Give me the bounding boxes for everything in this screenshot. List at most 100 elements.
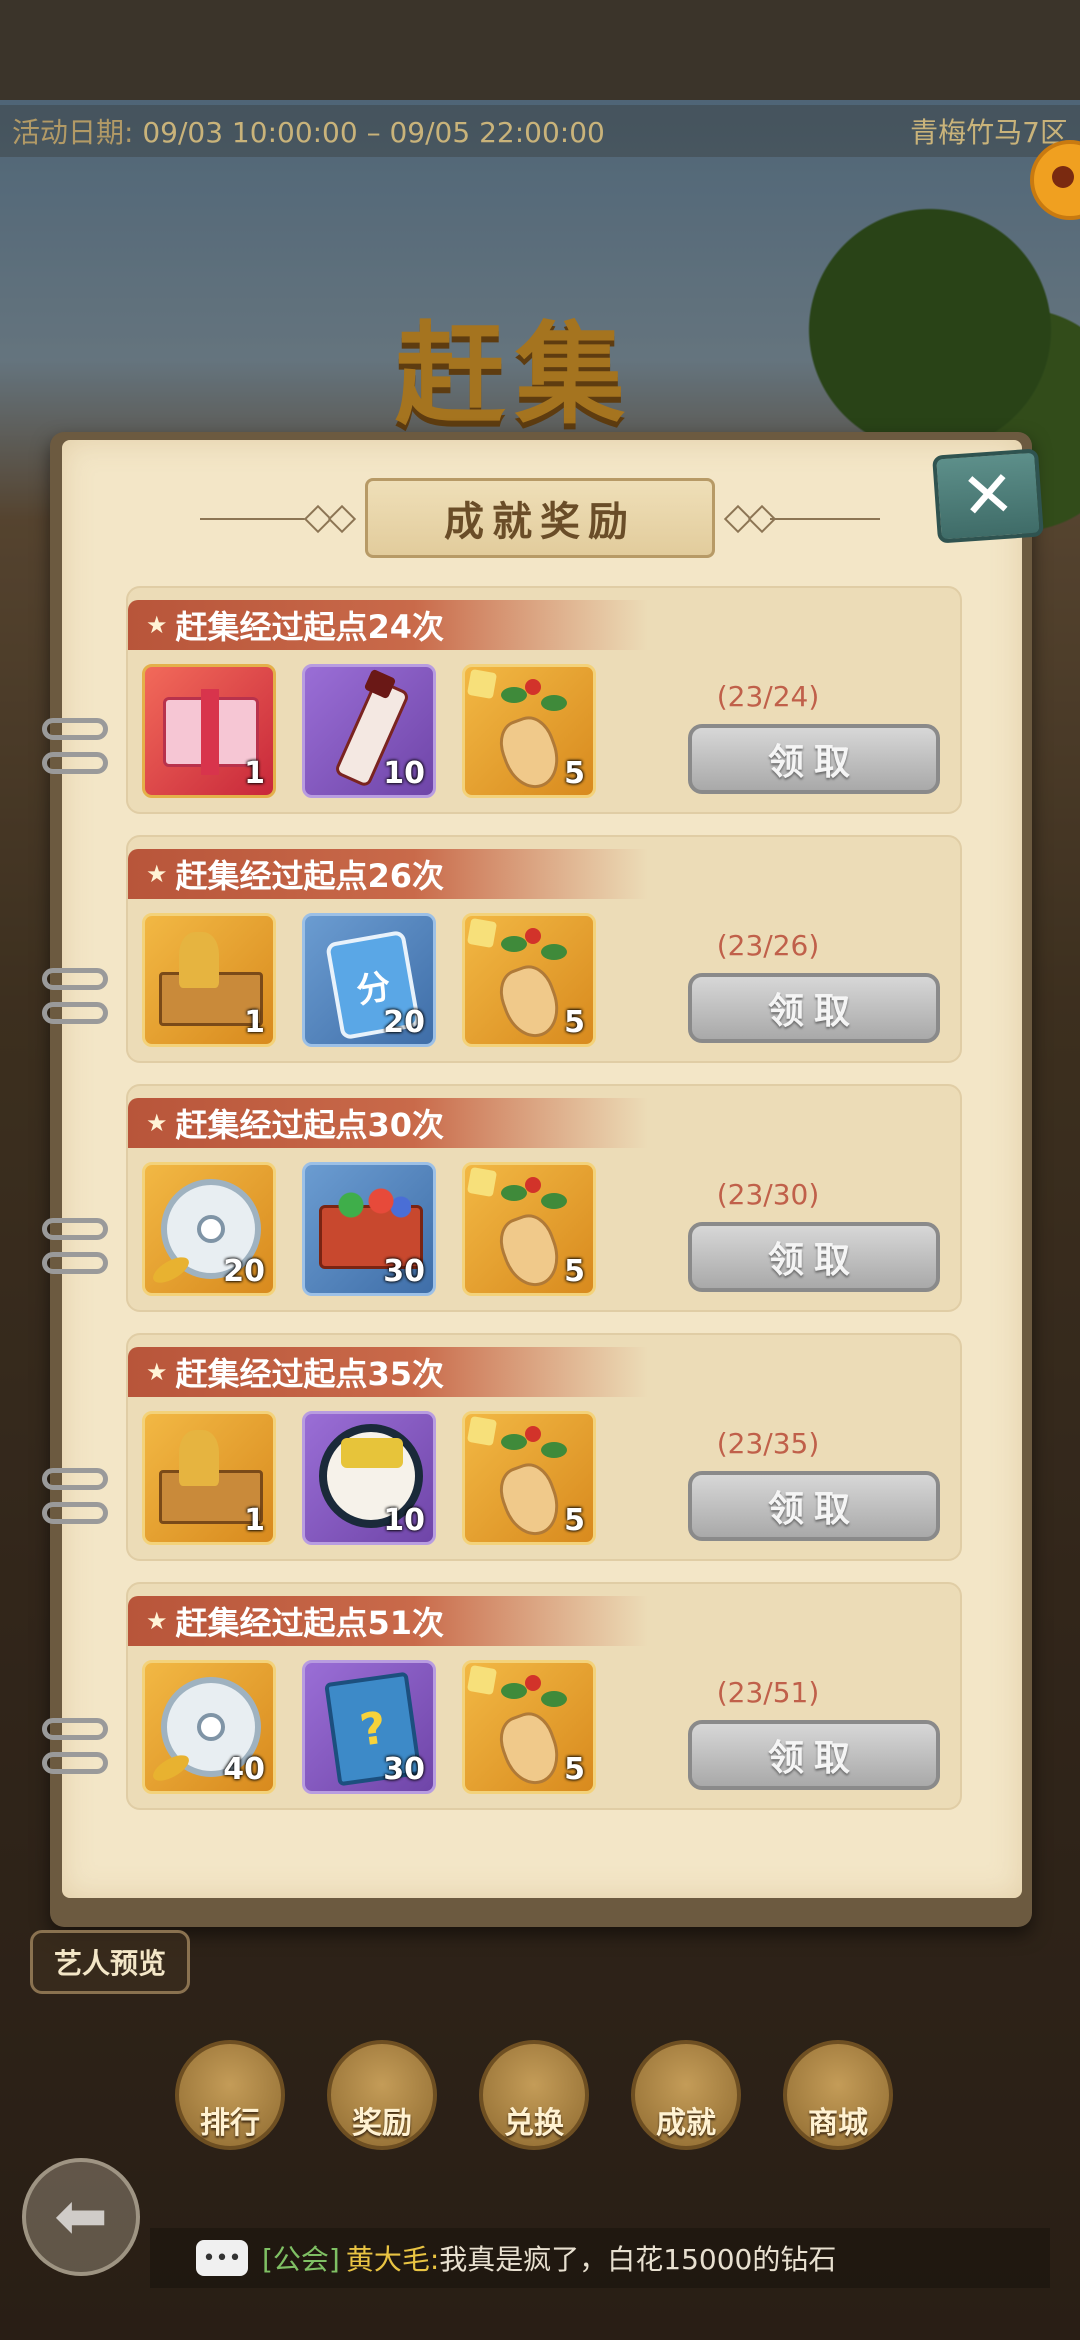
reward-quantity: 1	[244, 1005, 265, 1040]
gift-box-icon[interactable]: 1	[142, 664, 276, 798]
chat-message: 我真是疯了，白花15000的钻石	[439, 2243, 837, 2276]
achievement-title-text: 赶集经过起点24次	[175, 608, 445, 646]
mystery-notebook-icon[interactable]: ? 30	[302, 1660, 436, 1794]
puzzle-piece-icon	[466, 668, 498, 700]
chat-bubble-icon[interactable]: •••	[196, 2240, 248, 2276]
back-arrow-icon: ⬅	[54, 2180, 108, 2254]
chat-channel: [公会]	[262, 2243, 340, 2276]
pendant-hole-art	[197, 1713, 225, 1741]
claim-button[interactable]: 领取	[688, 724, 940, 794]
score-card-icon[interactable]: 分 20	[302, 913, 436, 1047]
close-button[interactable]: ✕	[932, 448, 1044, 544]
star-icon: ★	[146, 860, 168, 888]
ring-binder-icon	[42, 968, 108, 990]
event-date-label: 活动日期:	[12, 116, 134, 149]
reward-quantity: 20	[223, 1254, 265, 1289]
ginseng-icon[interactable]: 5	[462, 1660, 596, 1794]
treasure-chest-icon[interactable]: 30	[302, 1162, 436, 1296]
trophy-box-icon[interactable]: 1	[142, 1411, 276, 1545]
claim-button[interactable]: 领取	[688, 1720, 940, 1790]
chat-bar[interactable]: ••• [公会] 黄大毛: 我真是疯了，白花15000的钻石	[150, 2228, 1050, 2288]
diamond-ornament-icon	[327, 504, 357, 534]
achievement-progress: (23/30)	[716, 1178, 820, 1211]
achievement-progress: (23/51)	[716, 1676, 820, 1709]
panel-title: 成就奖励	[365, 478, 715, 558]
tonic-bottle-icon[interactable]: 10	[302, 664, 436, 798]
reward-quantity: 5	[564, 1254, 585, 1289]
reward-list: 40 ? 30 5	[142, 1660, 596, 1794]
leaf-art	[501, 1683, 527, 1699]
score-card-label: 分	[353, 965, 394, 1012]
chest-goods-art	[331, 1187, 411, 1221]
ring-binder-icon	[42, 1468, 108, 1490]
reward-list: 20 30 5	[142, 1162, 596, 1296]
root-art	[492, 1456, 568, 1542]
cream-lid-art	[341, 1438, 403, 1468]
rewards-button[interactable]: 奖励	[327, 2040, 437, 2150]
shop-button[interactable]: 商城	[783, 2040, 893, 2150]
reward-list: 1 10 5	[142, 664, 596, 798]
leaf-art	[541, 695, 567, 711]
puzzle-piece-icon	[466, 917, 498, 949]
reward-quantity: 30	[383, 1752, 425, 1787]
jade-pendant-icon[interactable]: 20	[142, 1162, 276, 1296]
ring-binder-icon	[42, 1502, 108, 1524]
achievement-title-text: 赶集经过起点35次	[175, 1355, 445, 1393]
cream-jar-icon[interactable]: 10	[302, 1411, 436, 1545]
artist-preview-button[interactable]: 艺人预览	[30, 1930, 190, 1994]
achievements-button[interactable]: 成就	[631, 2040, 741, 2150]
achievement-title: ★ 赶集经过起点30次	[128, 1098, 648, 1148]
root-art	[492, 709, 568, 795]
reward-quantity: 5	[564, 1503, 585, 1538]
leaf-art	[541, 944, 567, 960]
ginseng-icon[interactable]: 5	[462, 1411, 596, 1545]
achievement-title: ★ 赶集经过起点35次	[128, 1347, 648, 1397]
exchange-button[interactable]: 兑换	[479, 2040, 589, 2150]
claim-button[interactable]: 领取	[688, 1471, 940, 1541]
achievement-progress: (23/35)	[716, 1427, 820, 1460]
leaf-art	[541, 1193, 567, 1209]
bottom-menu: 排行 奖励 兑换 成就 商城	[175, 2040, 893, 2150]
jade-pendant-icon[interactable]: 40	[142, 1660, 276, 1794]
achievement-card: ★ 赶集经过起点30次 20 30 5 (23/30) 领取	[126, 1084, 962, 1312]
panel-header: 成就奖励	[200, 478, 880, 558]
trophy-box-icon[interactable]: 1	[142, 913, 276, 1047]
claim-button[interactable]: 领取	[688, 1222, 940, 1292]
reward-quantity: 30	[383, 1254, 425, 1289]
ring-binder-icon	[42, 1218, 108, 1240]
close-icon: ✕	[958, 457, 1018, 535]
ranking-button[interactable]: 排行	[175, 2040, 285, 2150]
reward-list: 1 分 20 5	[142, 913, 596, 1047]
achievement-title-text: 赶集经过起点30次	[175, 1106, 445, 1144]
back-button[interactable]: ⬅	[22, 2158, 140, 2276]
puzzle-piece-icon	[466, 1166, 498, 1198]
reward-quantity: 5	[564, 756, 585, 791]
question-mark-icon: ?	[356, 1701, 390, 1757]
achievement-progress: (23/24)	[716, 680, 820, 713]
achievement-list[interactable]: ★ 赶集经过起点24次 1 10 5 (23/24) 领取 ★ 赶集经过起点26…	[126, 586, 962, 1831]
ginseng-icon[interactable]: 5	[462, 1162, 596, 1296]
leaf-art	[501, 936, 527, 952]
reward-quantity: 20	[383, 1005, 425, 1040]
reward-list: 1 10 5	[142, 1411, 596, 1545]
event-title: 赶集	[395, 310, 635, 439]
achievement-card: ★ 赶集经过起点51次 40 ? 30 5 (23/51) 领取	[126, 1582, 962, 1810]
header-divider-left	[200, 518, 310, 520]
ginseng-icon[interactable]: 5	[462, 664, 596, 798]
berry-art	[525, 1177, 541, 1193]
reward-quantity: 10	[383, 756, 425, 791]
server-name: 青梅竹马7区	[910, 116, 1068, 149]
reward-quantity: 40	[223, 1752, 265, 1787]
reward-quantity: 10	[383, 1503, 425, 1538]
event-date: 活动日期: 09/03 10:00:00 – 09/05 22:00:00	[12, 111, 605, 151]
claim-button[interactable]: 领取	[688, 973, 940, 1043]
gift-ribbon-art	[201, 689, 219, 775]
ginseng-icon[interactable]: 5	[462, 913, 596, 1047]
trophy-figure-art	[179, 1430, 219, 1486]
achievement-title-text: 赶集经过起点26次	[175, 857, 445, 895]
root-art	[492, 1207, 568, 1293]
achievement-title: ★ 赶集经过起点24次	[128, 600, 648, 650]
chat-username: 黄大毛:	[345, 2243, 440, 2276]
ring-binder-icon	[42, 1252, 108, 1274]
achievement-title: ★ 赶集经过起点26次	[128, 849, 648, 899]
